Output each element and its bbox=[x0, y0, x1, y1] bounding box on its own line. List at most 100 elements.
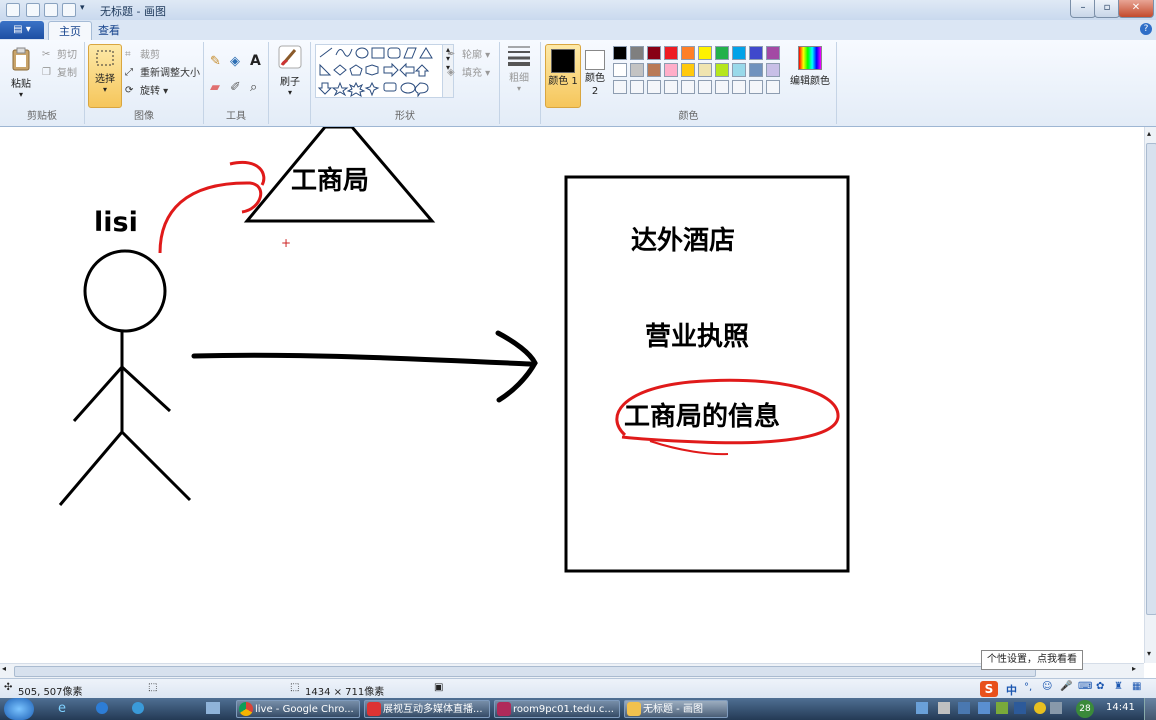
vertical-scrollbar[interactable]: ▴ ▾ bbox=[1144, 127, 1156, 663]
save-icon[interactable] bbox=[26, 3, 40, 17]
sogou-ime-icon[interactable]: S bbox=[980, 681, 998, 697]
vertical-scroll-thumb[interactable] bbox=[1146, 143, 1156, 615]
scroll-down-icon[interactable]: ▾ bbox=[1147, 649, 1151, 658]
select-dropdown-icon[interactable]: ▾ bbox=[89, 85, 121, 94]
copy-button[interactable]: ❐ 复制 bbox=[42, 64, 77, 80]
shirt-icon[interactable]: ♜ bbox=[1114, 681, 1123, 692]
edit-colors-button[interactable]: 编辑颜色 bbox=[789, 46, 831, 87]
custom-color-slot[interactable] bbox=[732, 80, 746, 94]
pinned-app-icon[interactable] bbox=[206, 702, 220, 714]
palette-swatch[interactable] bbox=[715, 63, 729, 77]
brushes-dropdown-icon[interactable]: ▾ bbox=[274, 88, 306, 97]
taskbar-item-room[interactable]: room9pc01.tedu.c... bbox=[494, 700, 620, 718]
minimize-button[interactable]: – bbox=[1070, 0, 1096, 18]
horizontal-scrollbar[interactable]: ◂ ▸ bbox=[0, 663, 1144, 678]
palette-swatch[interactable] bbox=[732, 46, 746, 60]
tray-icon[interactable] bbox=[938, 702, 950, 714]
clock[interactable]: 14:41 bbox=[1106, 702, 1135, 713]
pencil-icon[interactable]: ✎ bbox=[210, 54, 221, 69]
pinned-app-icon[interactable] bbox=[132, 702, 144, 714]
palette-swatch[interactable] bbox=[749, 63, 763, 77]
palette-swatch[interactable] bbox=[749, 46, 763, 60]
file-menu-button[interactable]: ▤ ▾ bbox=[0, 21, 44, 39]
select-button[interactable]: 选择 ▾ bbox=[88, 44, 122, 108]
taskbar-item-chrome[interactable]: live - Google Chro... bbox=[236, 700, 360, 718]
brushes-button[interactable]: 刷子 ▾ bbox=[274, 44, 306, 97]
magnifier-icon[interactable]: ⌕ bbox=[250, 80, 257, 95]
scroll-up-icon[interactable]: ▴ bbox=[1147, 129, 1151, 138]
custom-color-slot[interactable] bbox=[664, 80, 678, 94]
custom-color-slot[interactable] bbox=[681, 80, 695, 94]
custom-color-slot[interactable] bbox=[647, 80, 661, 94]
maximize-button[interactable]: ▫ bbox=[1094, 0, 1120, 18]
fill-button[interactable]: ◈ 填充 ▾ bbox=[447, 64, 490, 80]
horizontal-scroll-thumb[interactable] bbox=[14, 666, 1036, 677]
fill-icon[interactable]: ◈ bbox=[230, 54, 240, 69]
custom-color-slot[interactable] bbox=[749, 80, 763, 94]
crop-button[interactable]: ⌗ 裁剪 bbox=[125, 46, 160, 62]
eraser-icon[interactable]: ▰ bbox=[210, 80, 220, 95]
tray-icon[interactable] bbox=[958, 702, 970, 714]
outline-button[interactable]: ✒ 轮廓 ▾ bbox=[447, 46, 490, 62]
rotate-button[interactable]: ⟳ 旋转 ▾ bbox=[125, 82, 168, 98]
drawing-canvas[interactable]: lisi + 工商局 达外酒店 营业执照 工商局的信息 bbox=[0, 125, 1144, 663]
palette-swatch[interactable] bbox=[630, 63, 644, 77]
close-button[interactable]: ✕ bbox=[1118, 0, 1154, 18]
toolbox-icon[interactable]: ▦ bbox=[1132, 681, 1141, 692]
palette-swatch[interactable] bbox=[681, 63, 695, 77]
pinned-app-icon[interactable] bbox=[96, 702, 108, 714]
paste-button[interactable]: 粘贴 ▾ bbox=[6, 46, 36, 99]
palette-swatch[interactable] bbox=[715, 46, 729, 60]
palette-swatch[interactable] bbox=[732, 63, 746, 77]
microphone-icon[interactable]: 🎤 bbox=[1060, 681, 1072, 692]
palette-swatch[interactable] bbox=[681, 46, 695, 60]
text-tool-icon[interactable]: A bbox=[250, 53, 261, 69]
color2-button[interactable]: 颜色 2 bbox=[583, 44, 607, 106]
resize-button[interactable]: ⤢ 重新调整大小 bbox=[125, 64, 200, 80]
tab-view[interactable]: 查看 bbox=[88, 21, 130, 40]
paste-dropdown-icon[interactable]: ▾ bbox=[6, 90, 36, 99]
ie-icon[interactable]: e bbox=[58, 701, 66, 716]
palette-swatch[interactable] bbox=[613, 63, 627, 77]
palette-swatch[interactable] bbox=[647, 63, 661, 77]
tray-icon[interactable] bbox=[1034, 702, 1046, 714]
scroll-left-icon[interactable]: ◂ bbox=[2, 664, 6, 673]
taskbar-item-live[interactable]: 展视互动多媒体直播... bbox=[364, 700, 490, 718]
undo-icon[interactable] bbox=[44, 3, 58, 17]
custom-color-slot[interactable] bbox=[698, 80, 712, 94]
keyboard-icon[interactable]: ⌨ bbox=[1078, 681, 1092, 692]
palette-swatch[interactable] bbox=[647, 46, 661, 60]
palette-swatch[interactable] bbox=[664, 46, 678, 60]
tab-home[interactable]: 主页 bbox=[48, 21, 92, 41]
size-dropdown-icon[interactable]: ▾ bbox=[502, 84, 536, 93]
skin-icon[interactable]: ✿ bbox=[1096, 681, 1104, 692]
custom-color-slot[interactable] bbox=[715, 80, 729, 94]
palette-swatch[interactable] bbox=[630, 46, 644, 60]
size-button[interactable]: 粗细 ▾ bbox=[502, 44, 536, 93]
paint-app-icon[interactable] bbox=[6, 3, 20, 17]
taskbar-item-paint[interactable]: 无标题 - 画图 bbox=[624, 700, 728, 718]
palette-swatch[interactable] bbox=[664, 63, 678, 77]
tray-badge[interactable]: 28 bbox=[1076, 700, 1094, 718]
palette-swatch[interactable] bbox=[698, 46, 712, 60]
palette-swatch[interactable] bbox=[698, 63, 712, 77]
help-icon[interactable]: ? bbox=[1140, 23, 1152, 35]
palette-swatch[interactable] bbox=[766, 63, 780, 77]
palette-swatch[interactable] bbox=[613, 46, 627, 60]
custom-color-slot[interactable] bbox=[766, 80, 780, 94]
tray-icon[interactable] bbox=[1050, 702, 1062, 714]
tray-icon[interactable] bbox=[996, 702, 1008, 714]
redo-icon[interactable] bbox=[62, 3, 76, 17]
custom-color-slot[interactable] bbox=[613, 80, 627, 94]
custom-color-slot[interactable] bbox=[630, 80, 644, 94]
quick-access-dropdown-icon[interactable]: ▾ bbox=[80, 3, 85, 13]
emoji-icon[interactable]: ☺ bbox=[1042, 681, 1052, 692]
tray-icon[interactable] bbox=[916, 702, 928, 714]
color-picker-icon[interactable]: ✐ bbox=[230, 80, 241, 95]
ime-mode[interactable]: 中 bbox=[1006, 682, 1017, 698]
start-button[interactable] bbox=[4, 698, 34, 720]
color1-button[interactable]: 颜色 1 bbox=[545, 44, 581, 108]
scroll-right-icon[interactable]: ▸ bbox=[1132, 664, 1136, 673]
shapes-gallery[interactable] bbox=[315, 44, 443, 98]
tray-icon[interactable] bbox=[1014, 702, 1026, 714]
